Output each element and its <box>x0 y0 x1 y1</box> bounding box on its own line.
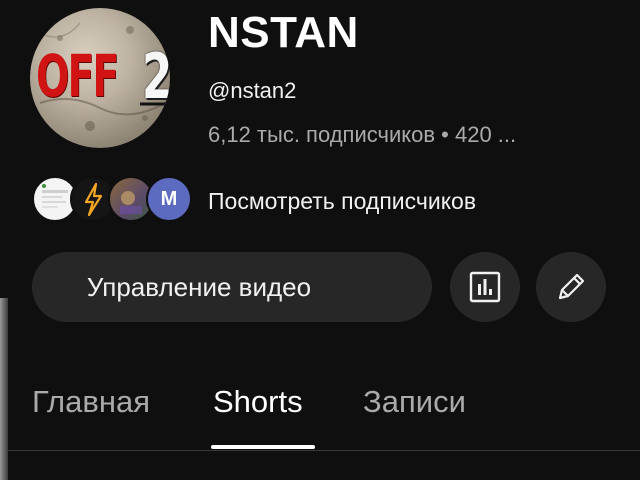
avatar-logo-number: 2 <box>142 40 170 113</box>
manage-videos-label: Управление видео <box>86 271 312 302</box>
tab-posts[interactable]: Записи <box>363 384 466 420</box>
subscriber-avatar-letter: M <box>146 176 192 222</box>
screen-edge <box>0 298 8 480</box>
channel-handle: @nstan2 <box>208 78 297 103</box>
active-tab-indicator <box>211 445 315 449</box>
tab-home[interactable]: Главная <box>32 384 150 420</box>
tabs-divider <box>0 450 640 451</box>
channel-stats[interactable]: 6,12 тыс. подписчиков • 420 ... <box>208 122 516 148</box>
channel-avatar[interactable]: OFF 2 <box>30 8 170 148</box>
channel-name: NSTAN <box>208 8 359 57</box>
bar-chart-icon <box>469 271 501 303</box>
analytics-button[interactable] <box>450 252 520 322</box>
manage-videos-button[interactable]: Управление видео <box>32 252 432 322</box>
pencil-icon <box>558 273 585 300</box>
edit-channel-button[interactable] <box>536 252 606 322</box>
avatar-logo-text: OFF <box>36 42 119 110</box>
subscriber-avatars[interactable]: M <box>32 176 192 224</box>
view-subscribers-link[interactable]: Посмотреть подписчиков <box>208 188 476 215</box>
tab-shorts[interactable]: Shorts <box>213 384 303 420</box>
